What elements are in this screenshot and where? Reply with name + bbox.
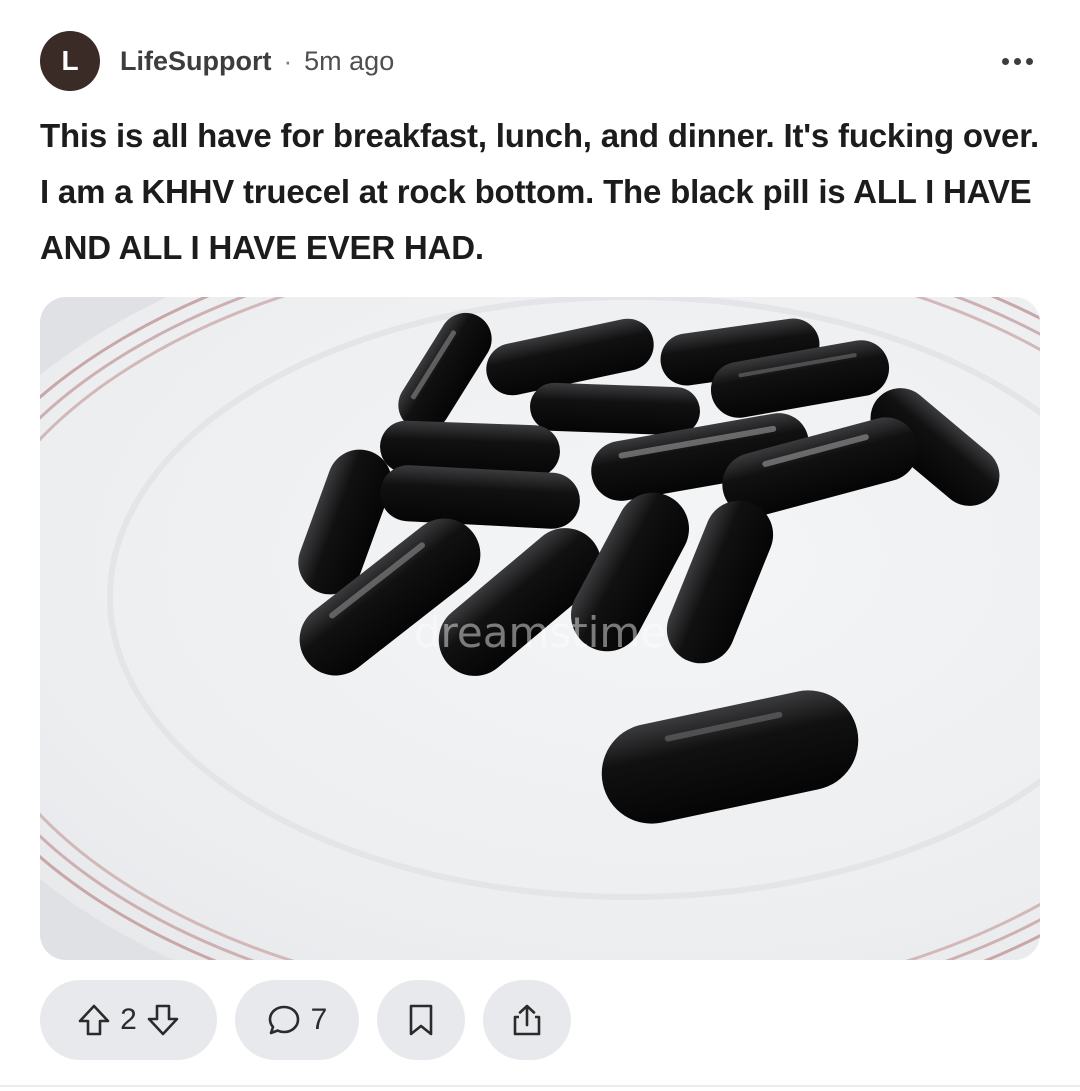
pills-on-plate-image: dreamstime bbox=[40, 297, 1040, 960]
share-button[interactable] bbox=[483, 980, 571, 1060]
downvote-arrow-icon[interactable] bbox=[145, 1002, 181, 1038]
more-options-icon[interactable] bbox=[994, 38, 1040, 84]
username[interactable]: LifeSupport bbox=[120, 46, 271, 77]
post-timestamp: 5m ago bbox=[304, 45, 395, 76]
bookmark-icon bbox=[406, 1003, 436, 1037]
comments-button[interactable]: 7 bbox=[235, 980, 359, 1060]
separator-dot: · bbox=[283, 45, 293, 76]
upvote-arrow-icon[interactable] bbox=[76, 1002, 112, 1038]
comment-count: 7 bbox=[310, 1003, 328, 1036]
save-button[interactable] bbox=[377, 980, 465, 1060]
post-actions: 2 7 bbox=[40, 980, 571, 1060]
post-body: This is all have for breakfast, lunch, a… bbox=[40, 117, 1039, 266]
image-watermark: dreamstime bbox=[414, 608, 666, 657]
share-icon bbox=[510, 1002, 544, 1038]
bottom-divider bbox=[0, 1085, 1080, 1087]
post-image[interactable]: dreamstime bbox=[40, 297, 1040, 960]
upvote-count: 2 bbox=[120, 1003, 137, 1036]
post-header: L LifeSupport · 5m ago bbox=[40, 30, 1040, 92]
vote-control: 2 bbox=[40, 980, 217, 1060]
avatar[interactable]: L bbox=[40, 31, 100, 91]
comment-bubble-icon bbox=[267, 1003, 301, 1037]
